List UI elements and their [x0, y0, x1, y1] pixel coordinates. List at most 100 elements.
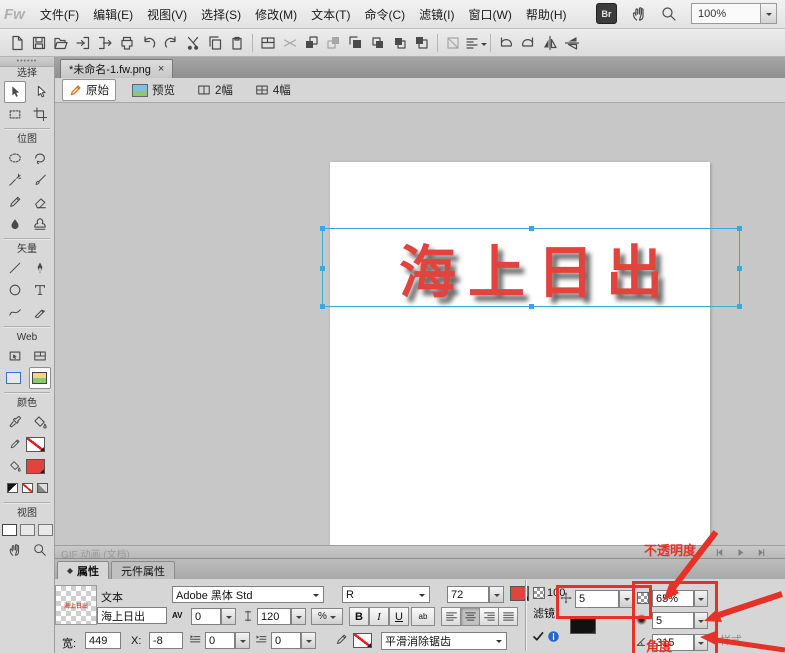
zoom-level-field[interactable]: 100%	[691, 3, 760, 24]
fill-color-swatch[interactable]	[26, 458, 45, 474]
tab-properties[interactable]: 属性	[57, 561, 109, 579]
hide-hotspots-button[interactable]	[4, 368, 24, 388]
align-right-button[interactable]	[479, 607, 499, 626]
width-field[interactable]: 449	[85, 632, 121, 649]
shadow-softness-dropdown[interactable]	[694, 612, 708, 629]
new-document-button[interactable]	[6, 32, 28, 54]
shadow-opacity-dropdown[interactable]	[694, 590, 708, 607]
align-justify-button[interactable]	[498, 607, 518, 626]
menu-filters[interactable]: 滤镜(I)	[412, 4, 461, 25]
shadow-color-swatch[interactable]	[570, 617, 596, 634]
menu-window[interactable]: 窗口(W)	[462, 4, 519, 25]
shadow-softness-field[interactable]: 5	[652, 612, 694, 629]
rotate-right-button[interactable]	[517, 32, 539, 54]
indent-dropdown[interactable]	[235, 632, 250, 649]
text-case-button[interactable]: ab	[411, 607, 435, 626]
font-family-select[interactable]: Adobe 黑体 Std	[172, 586, 324, 603]
show-slices-button[interactable]	[257, 32, 279, 54]
undo-button[interactable]	[138, 32, 160, 54]
leading-field[interactable]: 120	[257, 608, 291, 625]
blur-tool[interactable]	[5, 214, 25, 234]
zoom-dropdown-button[interactable]	[760, 3, 777, 24]
selection-handle[interactable]	[320, 265, 325, 271]
swap-colors-button[interactable]	[36, 483, 48, 493]
magic-wand-tool[interactable]	[5, 170, 25, 190]
paragraph-spacing-field[interactable]: 0	[271, 632, 301, 649]
magnifier-icon[interactable]	[661, 6, 677, 22]
underline-button[interactable]: U	[389, 607, 409, 626]
selection-handle[interactable]	[529, 304, 534, 309]
shadow-angle-dropdown[interactable]	[694, 634, 708, 651]
menu-file[interactable]: 文件(F)	[33, 4, 86, 25]
antialias-select[interactable]: 平滑消除锯齿	[381, 632, 507, 650]
flip-horizontal-button[interactable]	[539, 32, 561, 54]
text-selection-box[interactable]: 海上日出	[320, 226, 742, 309]
copy-button[interactable]	[204, 32, 226, 54]
bridge-icon[interactable]: Br	[596, 3, 617, 24]
brush-tool[interactable]	[30, 170, 50, 190]
slice-tool[interactable]	[30, 346, 50, 366]
bold-button[interactable]: B	[349, 607, 369, 626]
x-field[interactable]: -8	[149, 632, 183, 649]
default-colors-button[interactable]	[6, 483, 18, 493]
menu-commands[interactable]: 命令(C)	[358, 4, 413, 25]
last-frame-icon[interactable]	[756, 547, 767, 558]
filter-info-icon[interactable]	[547, 630, 560, 643]
hand-tool[interactable]	[5, 540, 25, 560]
flip-vertical-button[interactable]	[561, 32, 583, 54]
print-button[interactable]	[116, 32, 138, 54]
leading-unit-select[interactable]: %	[311, 608, 343, 625]
text-tool[interactable]	[30, 280, 50, 300]
selection-handle[interactable]	[737, 304, 742, 309]
view-2up-button[interactable]: 2幅	[191, 80, 239, 100]
menu-modify[interactable]: 修改(M)	[248, 4, 304, 25]
selection-handle[interactable]	[320, 304, 325, 309]
canvas[interactable]	[330, 162, 710, 546]
oval-marquee-tool[interactable]	[5, 148, 25, 168]
kerning-dropdown[interactable]	[221, 608, 236, 625]
redo-button[interactable]	[160, 32, 182, 54]
align-left-button[interactable]	[441, 607, 461, 626]
kerning-field[interactable]: 0	[191, 608, 221, 625]
hand-icon[interactable]	[631, 6, 647, 22]
font-size-dropdown[interactable]	[489, 586, 504, 603]
freeform-tool[interactable]	[5, 302, 25, 322]
align-button[interactable]	[464, 32, 487, 54]
hide-slices-button[interactable]	[279, 32, 301, 54]
play-icon[interactable]	[735, 547, 746, 558]
open-button[interactable]	[50, 32, 72, 54]
paint-bucket-tool[interactable]	[30, 412, 50, 432]
shadow-opacity-field[interactable]: 65%	[652, 590, 694, 607]
view-original-button[interactable]: 原始	[62, 79, 116, 101]
menu-view[interactable]: 视图(V)	[140, 4, 194, 25]
show-hotspots-button[interactable]	[28, 367, 51, 389]
stroke-none-swatch[interactable]	[353, 633, 372, 648]
italic-button[interactable]: I	[369, 607, 389, 626]
ungroup-button[interactable]	[323, 32, 345, 54]
knife-tool[interactable]	[30, 302, 50, 322]
export-button[interactable]	[94, 32, 116, 54]
indent-field[interactable]: 0	[205, 632, 235, 649]
rotate-left-button[interactable]	[495, 32, 517, 54]
menu-edit[interactable]: 编辑(E)	[86, 4, 140, 25]
font-style-select[interactable]: R	[342, 586, 430, 603]
line-tool[interactable]	[5, 258, 25, 278]
eyedropper-tool[interactable]	[5, 412, 25, 432]
leading-dropdown[interactable]	[291, 608, 306, 625]
selection-handle[interactable]	[529, 226, 534, 231]
lasso-tool[interactable]	[30, 148, 50, 168]
paragraph-spacing-dropdown[interactable]	[301, 632, 316, 649]
menu-select[interactable]: 选择(S)	[194, 4, 248, 25]
eraser-tool[interactable]	[30, 192, 50, 212]
standard-screen-button[interactable]	[1, 524, 17, 536]
filter-enabled-check-icon[interactable]	[532, 630, 545, 643]
first-frame-icon[interactable]	[714, 547, 725, 558]
ellipse-tool[interactable]	[5, 280, 25, 300]
zoom-tool[interactable]	[30, 540, 50, 560]
save-button[interactable]	[28, 32, 50, 54]
shadow-distance-field[interactable]: 5	[575, 590, 619, 608]
cut-button[interactable]	[182, 32, 204, 54]
menu-help[interactable]: 帮助(H)	[519, 4, 574, 25]
pointer-tool[interactable]	[3, 81, 26, 103]
object-name-field[interactable]: 海上日出	[97, 607, 167, 624]
